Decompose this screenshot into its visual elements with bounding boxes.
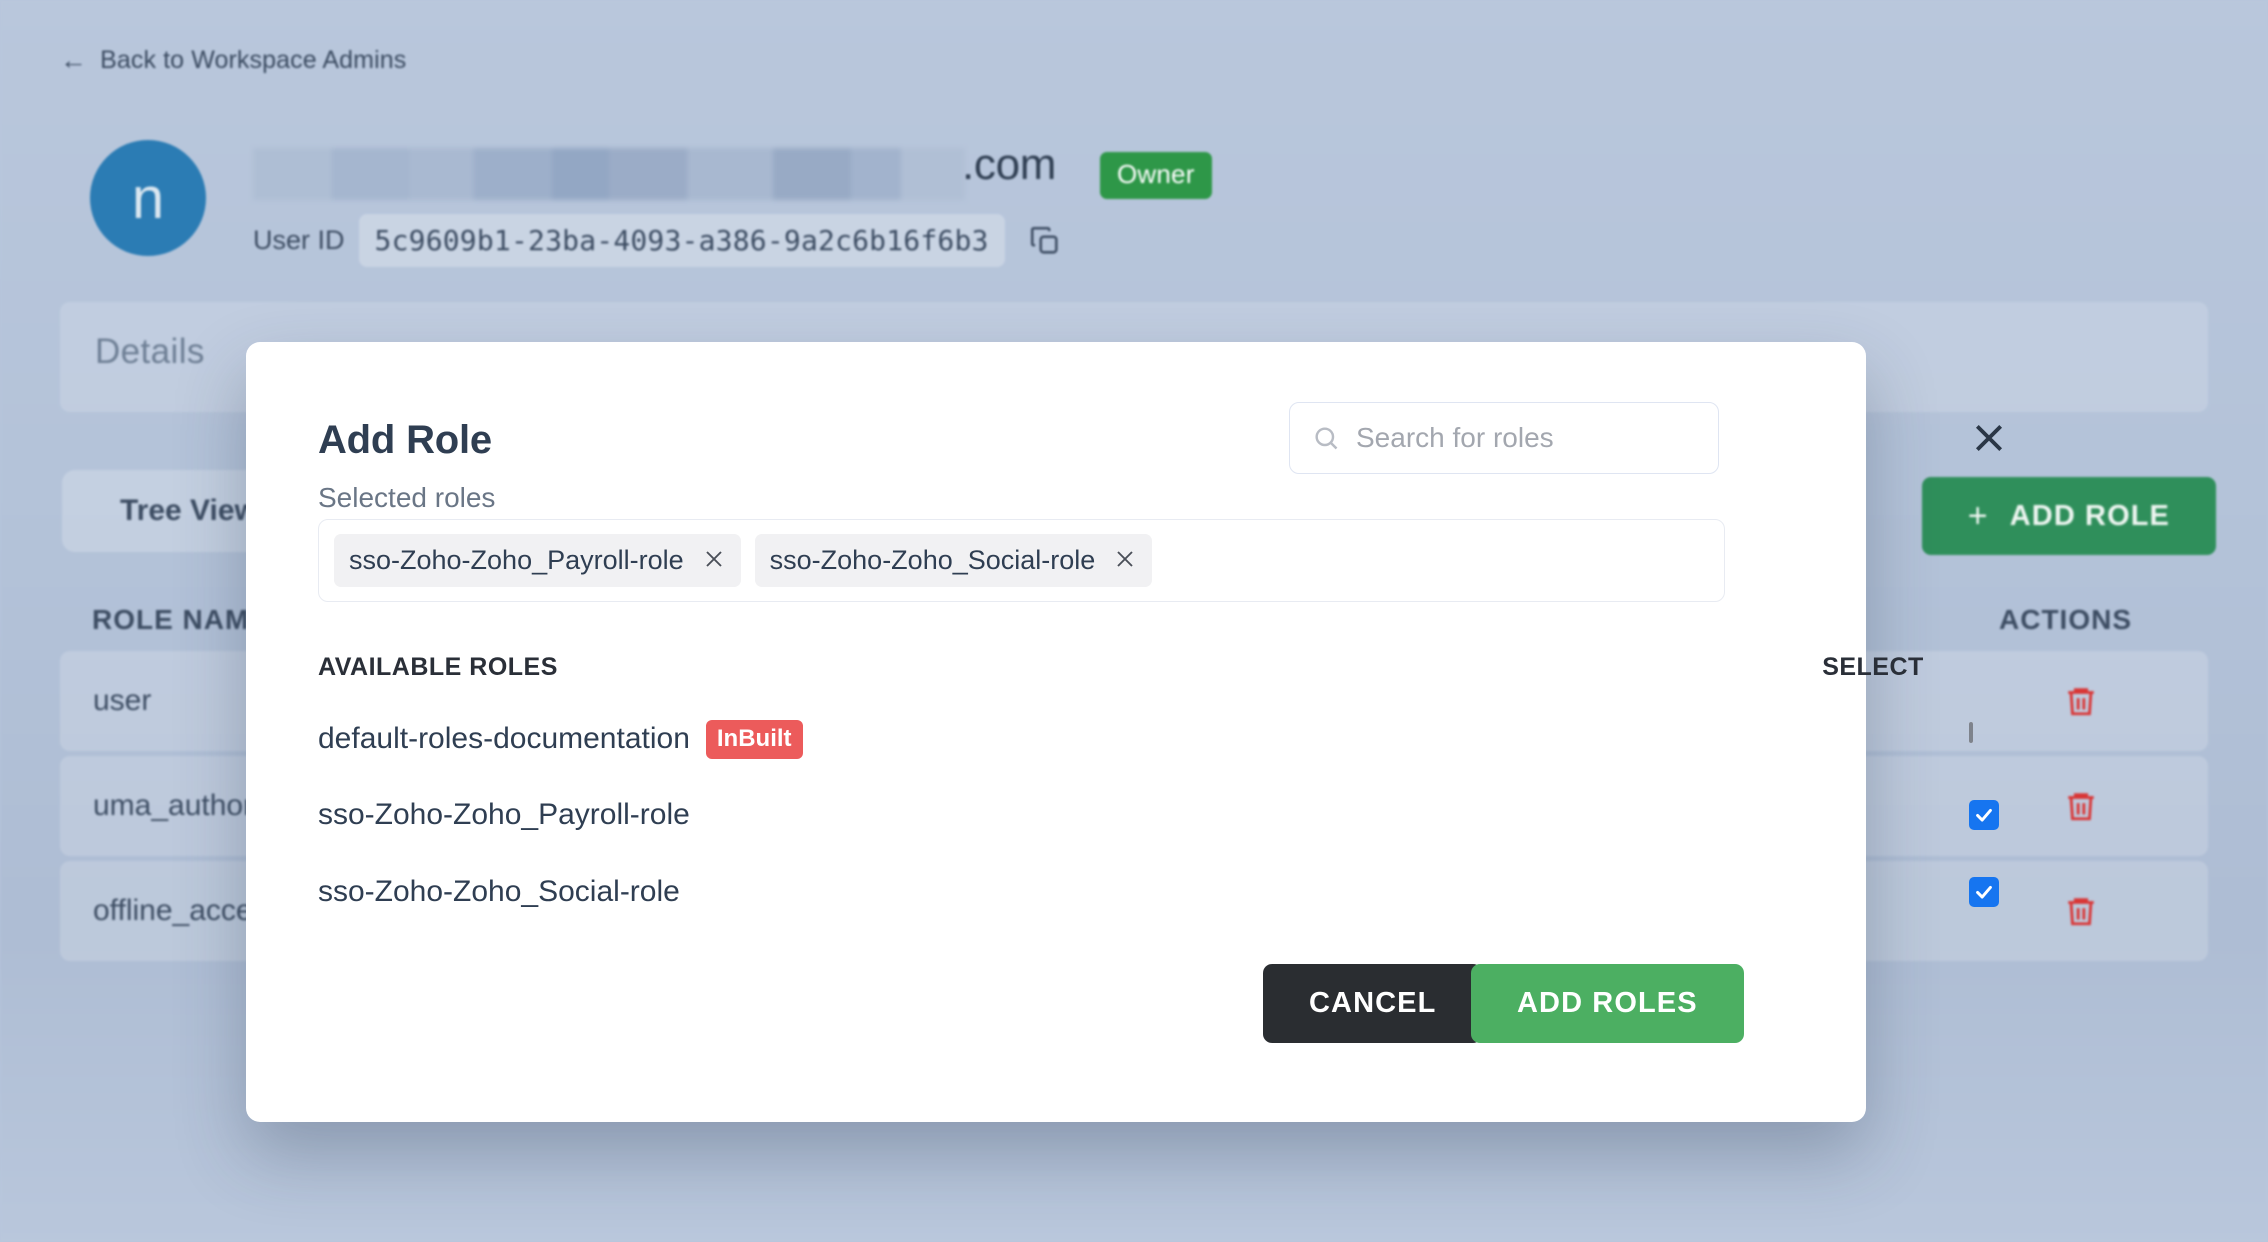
- avatar-initial: n: [131, 165, 165, 231]
- selected-roles-field[interactable]: sso-Zoho-Zoho_Payroll-role sso-Zoho-Zoho…: [318, 519, 1725, 602]
- checkbox-checked-icon: [1969, 877, 1999, 907]
- column-header-available-roles: AVAILABLE ROLES: [318, 653, 558, 681]
- trash-icon[interactable]: [2064, 893, 2098, 929]
- role-select-checkbox[interactable]: [1969, 800, 1999, 830]
- tab-details[interactable]: Details: [95, 332, 205, 372]
- add-role-button[interactable]: + ADD ROLE: [1921, 477, 2216, 555]
- back-link-label: Back to Workspace Admins: [100, 46, 407, 74]
- redacted-email-prefix: [253, 148, 965, 200]
- available-role-name: default-roles-documentation: [318, 722, 690, 755]
- role-select-checkbox[interactable]: [1969, 877, 1999, 907]
- column-header-actions: ACTIONS: [1999, 604, 2132, 635]
- role-select-checkbox[interactable]: [1969, 722, 1999, 754]
- arrow-left-icon: ←: [60, 45, 88, 75]
- checkbox-unchecked-icon: [1969, 722, 1973, 743]
- status-badge-owner: Owner: [1100, 152, 1212, 199]
- cancel-button[interactable]: CANCEL: [1263, 964, 1483, 1043]
- available-role-row[interactable]: sso-Zoho-Zoho_Social-role: [318, 851, 1999, 933]
- close-icon[interactable]: [1969, 418, 2009, 458]
- add-roles-button[interactable]: ADD ROLES: [1471, 964, 1744, 1043]
- checkbox-checked-icon: [1969, 800, 1999, 830]
- user-id-row: User ID 5c9609b1-23ba-4093-a386-9a2c6b16…: [253, 214, 1062, 267]
- trash-icon[interactable]: [2064, 788, 2098, 824]
- table-cell-role-name: user: [93, 684, 152, 717]
- search-icon: [1312, 424, 1340, 452]
- chip-label: sso-Zoho-Zoho_Social-role: [769, 545, 1096, 575]
- dialog-title: Add Role: [318, 418, 492, 462]
- user-id-value: 5c9609b1-23ba-4093-a386-9a2c6b16f6b3: [358, 214, 1005, 267]
- available-role-row[interactable]: default-roles-documentation InBuilt: [318, 698, 1973, 780]
- column-header-role-name: ROLE NAME: [92, 604, 269, 635]
- available-role-name: sso-Zoho-Zoho_Social-role: [318, 875, 680, 908]
- column-header-select: SELECT: [1822, 653, 1924, 681]
- selected-roles-label: Selected roles: [318, 482, 496, 513]
- search-placeholder: Search for roles: [1356, 422, 1554, 453]
- add-role-dialog: Add Role Search for roles Selected roles…: [246, 342, 2003, 1122]
- chip-label: sso-Zoho-Zoho_Payroll-role: [349, 545, 684, 575]
- email-domain-suffix: .com: [962, 140, 1057, 189]
- close-icon[interactable]: [702, 547, 726, 575]
- plus-icon: +: [1967, 497, 1989, 535]
- available-role-row[interactable]: sso-Zoho-Zoho_Payroll-role: [318, 774, 1999, 856]
- available-role-name: sso-Zoho-Zoho_Payroll-role: [318, 798, 690, 831]
- trash-icon[interactable]: [2064, 683, 2098, 719]
- copy-icon[interactable]: [1028, 224, 1062, 258]
- user-id-label: User ID: [253, 225, 345, 255]
- search-input[interactable]: Search for roles: [1289, 402, 1719, 474]
- avatar: n: [90, 140, 206, 256]
- add-role-button-label: ADD ROLE: [2009, 499, 2170, 532]
- selected-role-chip[interactable]: sso-Zoho-Zoho_Payroll-role: [334, 534, 741, 587]
- close-icon[interactable]: [1113, 547, 1137, 575]
- selected-role-chip[interactable]: sso-Zoho-Zoho_Social-role: [754, 534, 1153, 587]
- back-to-workspace-admins-link[interactable]: ← Back to Workspace Admins: [60, 46, 406, 75]
- status-badge-inbuilt: InBuilt: [705, 719, 803, 759]
